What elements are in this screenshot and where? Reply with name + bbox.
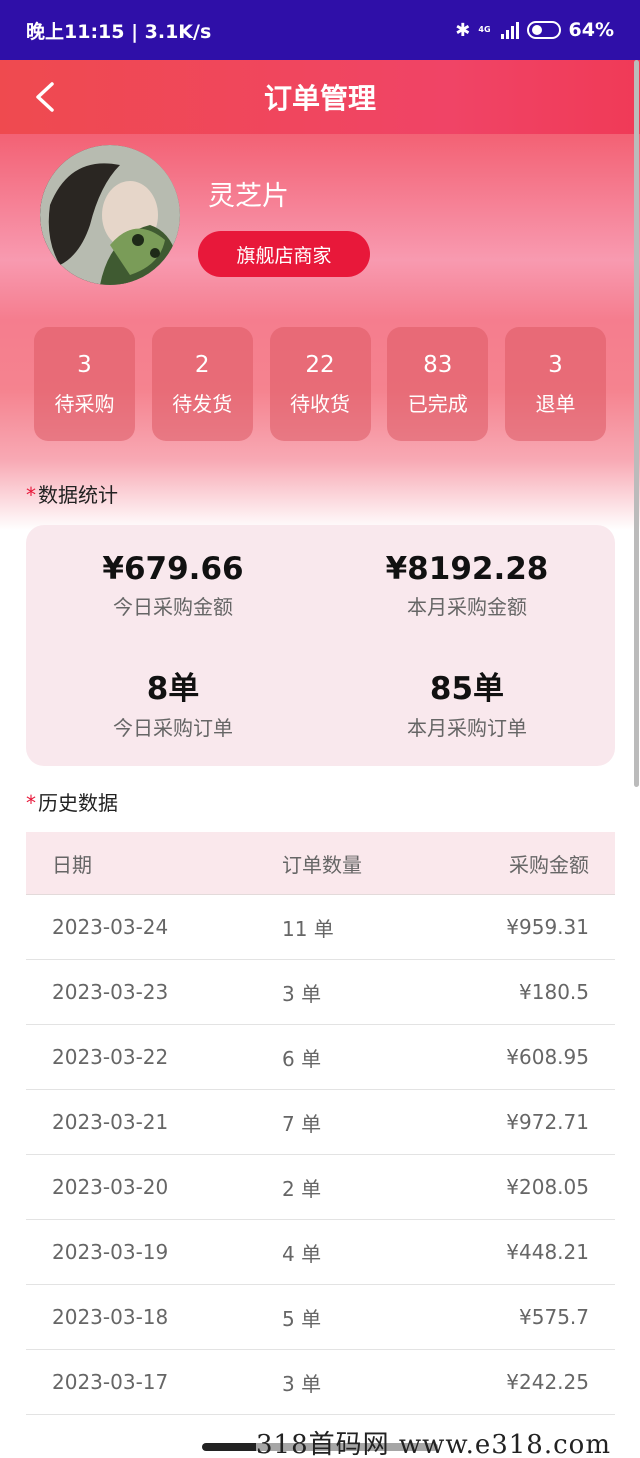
- history-section-title: * 历史数据: [26, 787, 118, 816]
- history-table: 日期 订单数量 采购金额 2023-03-24 11 单 ¥959.31 202…: [26, 832, 615, 1415]
- bluetooth-icon: ✱: [455, 19, 471, 41]
- row-amount: ¥575.7: [519, 1305, 589, 1329]
- table-row[interactable]: 2023-03-17 3 单 ¥242.25: [26, 1350, 615, 1415]
- status-card-completed[interactable]: 83 已完成: [387, 327, 489, 441]
- summary-label: 本月采购订单: [407, 716, 527, 740]
- shop-type-badge: 旗舰店商家: [198, 231, 370, 277]
- status-time-speed: 晚上11:15 | 3.1K/s: [26, 20, 212, 43]
- row-amount: ¥208.05: [506, 1175, 589, 1199]
- signal-icon: [500, 21, 519, 39]
- statistics-card: ¥679.66 今日采购金额 ¥8192.28 本月采购金额 8单 今日采购订单…: [26, 525, 615, 766]
- status-label: 待发货: [172, 391, 233, 416]
- row-count: 3 单: [282, 981, 322, 1006]
- summary-value: 8单: [146, 671, 200, 707]
- table-row[interactable]: 2023-03-21 7 单 ¥972.71: [26, 1090, 615, 1155]
- table-row[interactable]: 2023-03-23 3 单 ¥180.5: [26, 960, 615, 1025]
- status-count: 83: [423, 351, 453, 378]
- header-count: 订单数量: [282, 852, 362, 877]
- row-date: 2023-03-17: [52, 1370, 169, 1394]
- status-label: 待收货: [290, 391, 350, 416]
- table-row[interactable]: 2023-03-22 6 单 ¥608.95: [26, 1025, 615, 1090]
- row-amount: ¥972.71: [506, 1110, 589, 1134]
- today-amount: ¥679.66 今日采购金额: [26, 551, 320, 620]
- avatar-image: [40, 145, 180, 285]
- today-orders: 8单 今日采购订单: [26, 663, 320, 741]
- summary-value: ¥8192.28: [385, 551, 549, 587]
- status-card-pending-receipt[interactable]: 22 待收货: [269, 327, 371, 441]
- status-count: 22: [305, 351, 335, 378]
- required-star: *: [26, 483, 36, 507]
- back-arrow-icon[interactable]: [30, 80, 64, 114]
- page-title: 订单管理: [263, 82, 376, 115]
- row-amount: ¥242.25: [506, 1370, 589, 1394]
- status-card-refund[interactable]: 3 退单: [505, 327, 606, 441]
- header-amount: 采购金额: [509, 852, 589, 877]
- battery-level: 64%: [568, 19, 614, 41]
- summary-label: 今日采购金额: [113, 595, 233, 619]
- table-header: 日期 订单数量 采购金额: [26, 832, 615, 895]
- row-count: 3 单: [282, 1371, 322, 1396]
- status-label: 已完成: [407, 391, 468, 416]
- row-date: 2023-03-22: [52, 1045, 169, 1069]
- status-label: 待采购: [54, 391, 115, 416]
- row-date: 2023-03-21: [52, 1110, 169, 1134]
- summary-value: 85单: [429, 671, 505, 707]
- scrollbar[interactable]: [634, 60, 639, 787]
- row-date: 2023-03-18: [52, 1305, 169, 1329]
- status-count: 3: [77, 351, 92, 378]
- summary-label: 本月采购金额: [407, 595, 527, 619]
- table-row[interactable]: 2023-03-18 5 单 ¥575.7: [26, 1285, 615, 1350]
- row-date: 2023-03-20: [52, 1175, 169, 1199]
- order-status-row: 3 待采购 2 待发货 22 待收货 83 已完成 3 退单: [34, 327, 606, 441]
- row-amount: ¥608.95: [506, 1045, 589, 1069]
- status-icons: ✱ 4G 64%: [455, 19, 614, 41]
- row-count: 11 单: [282, 916, 334, 941]
- row-date: 2023-03-24: [52, 915, 169, 939]
- avatar[interactable]: [40, 145, 180, 285]
- row-count: 6 单: [282, 1046, 322, 1071]
- table-row[interactable]: 2023-03-19 4 单 ¥448.21: [26, 1220, 615, 1285]
- row-amount: ¥448.21: [506, 1240, 589, 1264]
- row-count: 4 单: [282, 1241, 322, 1266]
- summary-label: 今日采购订单: [113, 716, 233, 740]
- required-star: *: [26, 791, 36, 815]
- row-amount: ¥180.5: [519, 980, 589, 1004]
- statistics-title-text: 数据统计: [38, 483, 118, 507]
- status-count: 2: [194, 351, 210, 378]
- network-type: 4G: [478, 25, 491, 34]
- history-title-text: 历史数据: [38, 791, 118, 815]
- row-date: 2023-03-23: [52, 980, 169, 1004]
- header-date: 日期: [52, 852, 92, 877]
- watermark: 318首码网 www.e318.com: [256, 1424, 611, 1458]
- nav-bar: 订单管理: [0, 60, 640, 134]
- shop-name: 灵芝片: [208, 181, 289, 212]
- row-amount: ¥959.31: [506, 915, 589, 939]
- row-count: 5 单: [282, 1306, 322, 1331]
- summary-value: ¥679.66: [102, 551, 244, 587]
- row-date: 2023-03-19: [52, 1240, 169, 1264]
- status-label: 退单: [535, 391, 576, 416]
- month-amount: ¥8192.28 本月采购金额: [320, 551, 614, 620]
- month-orders: 85单 本月采购订单: [320, 663, 614, 741]
- statistics-section-title: * 数据统计: [26, 479, 118, 508]
- table-row[interactable]: 2023-03-20 2 单 ¥208.05: [26, 1155, 615, 1220]
- table-row[interactable]: 2023-03-24 11 单 ¥959.31: [26, 895, 615, 960]
- status-bar: 晚上11:15 | 3.1K/s ✱ 4G 64%: [0, 0, 640, 60]
- status-count: 3: [548, 351, 563, 378]
- status-card-pending-purchase[interactable]: 3 待采购: [34, 327, 135, 441]
- row-count: 2 单: [282, 1176, 322, 1201]
- status-card-pending-shipment[interactable]: 2 待发货: [151, 327, 253, 441]
- row-count: 7 单: [282, 1111, 322, 1136]
- battery-icon: [526, 21, 561, 39]
